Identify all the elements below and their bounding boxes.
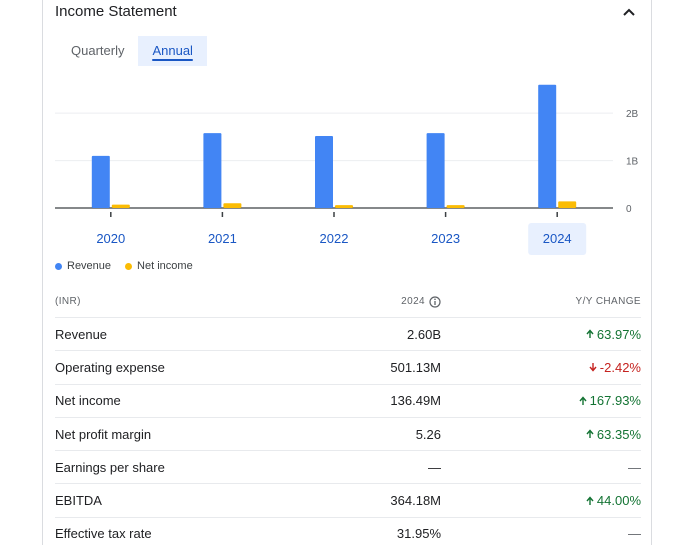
net-income-bar xyxy=(335,205,353,208)
arrow-up-icon xyxy=(579,396,587,405)
row-value: 31.95% xyxy=(396,526,441,542)
row-change-value: -2.42% xyxy=(599,359,641,375)
revenue-bar xyxy=(91,155,110,208)
net-income-bar xyxy=(223,203,242,208)
row-value: 2.60B xyxy=(407,326,441,342)
net-income-bar xyxy=(111,204,130,208)
y-tick-label: 2B xyxy=(626,109,639,120)
row-label: Earnings per share xyxy=(55,459,165,475)
header-change: Y/Y CHANGE xyxy=(575,296,641,307)
row-value: 5.26 xyxy=(415,426,441,442)
info-icon[interactable] xyxy=(429,295,441,308)
financial-table: (INR) 2024 Y/Y CHANGE Revenue 2.60B 63.97%… xyxy=(55,286,641,545)
row-change: 63.35% xyxy=(445,427,641,442)
header-currency: (INR) xyxy=(55,296,81,307)
row-label: Effective tax rate xyxy=(55,526,152,542)
row-value: 364.18M xyxy=(390,493,441,509)
tab-annual[interactable]: Annual xyxy=(138,36,207,66)
header-year-label: 2024 xyxy=(401,296,425,307)
row-change: — xyxy=(628,526,641,542)
card-title: Income Statement xyxy=(55,3,177,20)
row-change-value: 63.97% xyxy=(596,326,641,342)
revenue-bar xyxy=(203,133,222,208)
row-label: Net profit margin xyxy=(55,426,152,442)
arrow-up-icon xyxy=(586,429,594,439)
x-tick-label[interactable]: 2021 xyxy=(208,231,237,246)
table-row: Effective tax rate 31.95% — xyxy=(55,518,641,545)
table-row: Earnings per share — — xyxy=(55,451,641,485)
revenue-dot-icon xyxy=(55,262,62,270)
x-tick-label[interactable]: 2020 xyxy=(96,231,125,246)
revenue-bar xyxy=(538,84,557,208)
y-tick-label: 1B xyxy=(626,157,639,168)
income-statement-card: Income Statement Quarterly Annual 0 1B 2B 2… xyxy=(42,0,652,545)
arrow-up-icon xyxy=(586,329,594,339)
row-change-value: 167.93% xyxy=(589,393,641,409)
legend-item-revenue: Revenue xyxy=(55,260,111,272)
legend-label-revenue: Revenue xyxy=(67,260,112,272)
table-header-row: (INR) 2024 Y/Y CHANGE xyxy=(55,286,641,318)
legend-label-net-income: Net income xyxy=(137,260,193,272)
row-value: 501.13M xyxy=(390,359,441,375)
row-change-value: 63.35% xyxy=(596,426,641,442)
row-change-value: 44.00% xyxy=(596,493,641,509)
arrow-down-icon xyxy=(589,363,597,373)
arrow-up-icon xyxy=(586,496,594,505)
row-label: Revenue xyxy=(55,326,108,342)
row-label: Net income xyxy=(55,393,121,409)
collapse-button[interactable] xyxy=(621,5,637,19)
table-row: Net income 136.49M 167.93% xyxy=(55,385,641,418)
row-change: -2.42% xyxy=(445,360,641,375)
x-tick-label[interactable]: 2023 xyxy=(431,231,460,246)
period-tabs: Quarterly Annual xyxy=(57,36,207,66)
net-income-bar xyxy=(558,201,577,208)
table-row: EBITDA 364.18M 44.00% xyxy=(55,484,641,518)
row-label: Operating expense xyxy=(55,359,165,375)
chevron-up-icon xyxy=(623,8,635,16)
row-change: 63.97% xyxy=(445,327,641,342)
legend-item-net-income: Net income xyxy=(125,260,193,272)
row-change: 167.93% xyxy=(445,393,641,408)
table-row: Operating expense 501.13M -2.42% xyxy=(55,351,641,385)
row-value: 136.49M xyxy=(390,393,441,409)
revenue-bar xyxy=(315,135,333,208)
chart-legend: Revenue Net income xyxy=(55,260,193,272)
row-value: — xyxy=(428,459,441,475)
header-year: 2024 xyxy=(325,295,445,308)
table-row: Revenue 2.60B 63.97% xyxy=(55,318,641,352)
net-income-bar xyxy=(446,205,465,208)
row-change: 44.00% xyxy=(445,493,641,508)
x-tick-label[interactable]: 2022 xyxy=(320,231,349,246)
row-label: EBITDA xyxy=(55,493,102,509)
tab-quarterly[interactable]: Quarterly xyxy=(57,36,138,66)
x-tick-label[interactable]: 2024 xyxy=(543,231,572,246)
row-change: — xyxy=(628,459,641,475)
revenue-bar xyxy=(426,133,445,208)
table-row: Net profit margin 5.26 63.35% xyxy=(55,418,641,452)
income-bar-chart: 0 1B 2B 2020 2021 2022 2023 2024 xyxy=(55,84,639,255)
y-tick-label: 0 xyxy=(626,204,632,215)
net-income-dot-icon xyxy=(125,262,133,270)
